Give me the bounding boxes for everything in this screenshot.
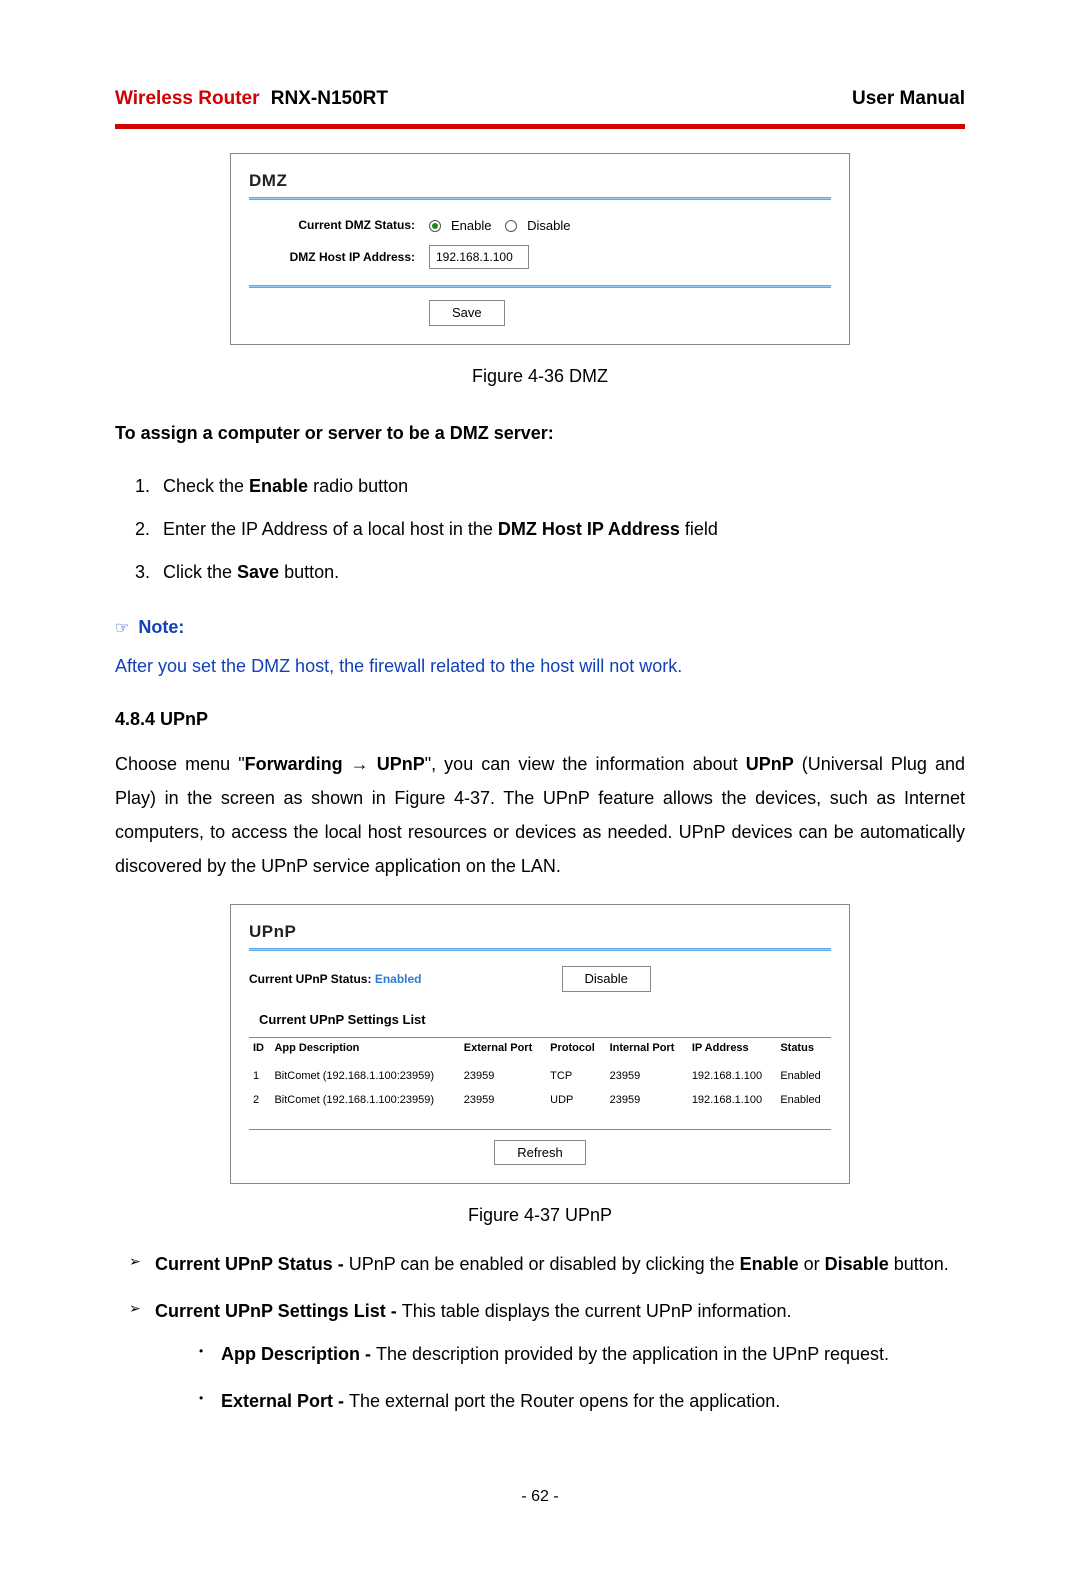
figure-caption-dmz: Figure 4-36 DMZ: [115, 363, 965, 390]
dmz-status-row: Current DMZ Status: Enable Disable: [249, 215, 831, 235]
upnp-panel: UPnP Current UPnP Status: Enabled Disabl…: [230, 904, 850, 1185]
list-item: Current UPnP Status - UPnP can be enable…: [137, 1241, 965, 1288]
arrow-list: Current UPnP Status - UPnP can be enable…: [115, 1241, 965, 1435]
dmz-title: DMZ: [249, 168, 831, 194]
disable-button[interactable]: Disable: [562, 966, 651, 992]
disable-label: Disable: [527, 218, 570, 233]
upnp-title: UPnP: [249, 919, 831, 945]
assign-heading: To assign a computer or server to be a D…: [115, 420, 965, 447]
upnp-table: ID App Description External Port Protoco…: [249, 1037, 831, 1119]
list-item: External Port - The external port the Ro…: [203, 1378, 965, 1425]
enable-radio[interactable]: [429, 220, 441, 232]
col-ext: External Port: [460, 1038, 546, 1064]
upnp-status: Current UPnP Status: Enabled: [249, 970, 422, 988]
model: RNX-N150RT: [271, 88, 388, 109]
upnp-list-title: Current UPnP Settings List: [259, 1010, 831, 1030]
brand: Wireless Router: [115, 88, 260, 109]
save-button[interactable]: Save: [429, 300, 505, 326]
panel-divider: [249, 948, 831, 951]
refresh-button[interactable]: Refresh: [494, 1140, 586, 1166]
panel-divider: [249, 197, 831, 200]
disable-radio[interactable]: [505, 220, 517, 232]
note-icon: ☞: [115, 620, 129, 637]
list-item: Current UPnP Settings List - This table …: [137, 1288, 965, 1435]
col-id: ID: [249, 1038, 270, 1064]
sub-list: App Description - The description provid…: [155, 1331, 965, 1425]
header-left: Wireless Router RNX-N150RT: [115, 85, 388, 114]
list-item: App Description - The description provid…: [203, 1331, 965, 1378]
col-int: Internal Port: [606, 1038, 688, 1064]
dmz-status-label: Current DMZ Status:: [249, 216, 429, 234]
figure-caption-upnp: Figure 4-37 UPnP: [115, 1202, 965, 1229]
page-header: Wireless Router RNX-N150RT User Manual: [115, 85, 965, 114]
table-row: 1 BitComet (192.168.1.100:23959) 23959 T…: [249, 1063, 831, 1088]
step-3: Click the Save button.: [155, 551, 965, 594]
red-divider: [115, 124, 965, 129]
enable-label: Enable: [451, 218, 491, 233]
col-proto: Protocol: [546, 1038, 605, 1064]
section-heading: 4.8.4 UPnP: [115, 706, 965, 733]
table-header-row: ID App Description External Port Protoco…: [249, 1038, 831, 1064]
radio-group: Enable Disable: [429, 215, 580, 235]
table-row: 2 BitComet (192.168.1.100:23959) 23959 U…: [249, 1088, 831, 1119]
step-1: Check the Enable radio button: [155, 465, 965, 508]
dmz-ip-label: DMZ Host IP Address:: [249, 248, 429, 266]
step-2: Enter the IP Address of a local host in …: [155, 508, 965, 551]
col-ip: IP Address: [688, 1038, 777, 1064]
dmz-ip-input[interactable]: 192.168.1.100: [429, 245, 529, 269]
col-desc: App Description: [270, 1038, 459, 1064]
page-number: - 62 -: [115, 1485, 965, 1509]
steps-list: Check the Enable radio button Enter the …: [115, 465, 965, 594]
save-row: Save: [249, 300, 831, 326]
note-body: After you set the DMZ host, the firewall…: [115, 653, 965, 680]
dmz-panel: DMZ Current DMZ Status: Enable Disable D…: [230, 153, 850, 345]
upnp-status-value: Enabled: [375, 972, 422, 986]
upnp-paragraph: Choose menu "Forwarding → UPnP", you can…: [115, 747, 965, 884]
dmz-ip-row: DMZ Host IP Address: 192.168.1.100: [249, 245, 831, 269]
refresh-row: Refresh: [249, 1129, 831, 1166]
col-status: Status: [776, 1038, 831, 1064]
upnp-status-row: Current UPnP Status: Enabled Disable: [249, 966, 831, 992]
panel-divider: [249, 285, 831, 288]
note-label: Note:: [138, 617, 184, 637]
note-head: ☞ Note:: [115, 614, 965, 641]
header-right: User Manual: [852, 85, 965, 114]
